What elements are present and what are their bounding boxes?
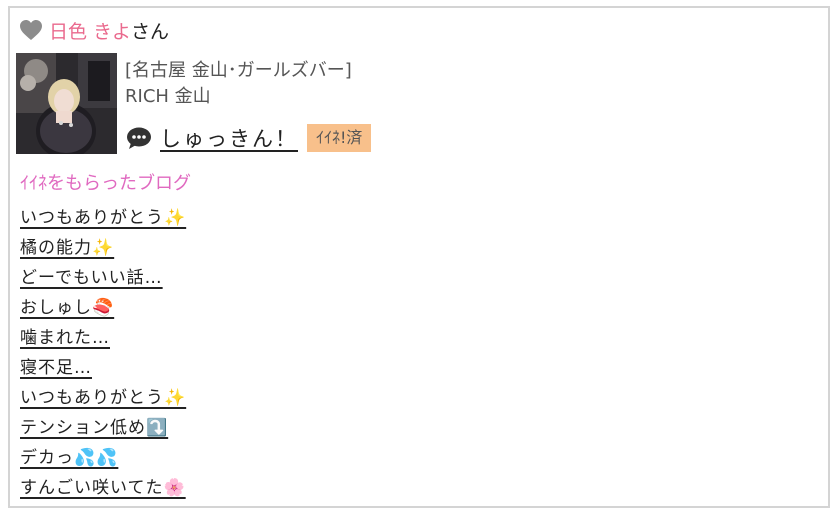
- post-title-link[interactable]: しゅっきん！: [160, 123, 298, 153]
- honorific-label: さん: [131, 20, 170, 43]
- blog-link[interactable]: いつもありがとう✨: [20, 388, 186, 408]
- notification-header: 日色 きよ さん: [19, 16, 169, 44]
- shop-area-label: [名古屋 金山･ガールズバー]: [125, 60, 352, 81]
- blog-link[interactable]: いつもありがとう✨: [20, 208, 186, 228]
- blog-link[interactable]: 寝不足…: [20, 358, 92, 378]
- liked-blog-list: いつもありがとう✨ 橘の能力✨ どーでもいい話… おしゅし🍣 噛まれた… 寝不足…: [20, 203, 186, 503]
- list-item: いつもありがとう✨: [20, 203, 186, 233]
- list-item: 寝不足…: [20, 353, 186, 383]
- user-name-link[interactable]: 日色 きよ: [49, 17, 131, 44]
- list-item: おしゅし🍣: [20, 293, 186, 323]
- shop-name-link[interactable]: RICH 金山: [125, 84, 211, 110]
- list-item: いつもありがとう✨: [20, 383, 186, 413]
- cast-avatar[interactable]: [16, 53, 117, 154]
- blog-link[interactable]: デカっ💦💦: [20, 448, 118, 468]
- blog-link[interactable]: すんごい咲いてた🌸: [20, 478, 186, 498]
- like-notification-card: 日色 きよ さん [名古屋 金山･ガールズバー] RICH 金山 しゅっきん！ …: [8, 6, 830, 508]
- blog-link[interactable]: おしゅし🍣: [20, 298, 114, 318]
- list-item: デカっ💦💦: [20, 443, 186, 473]
- iine-done-badge: ｲｲﾈ!済: [307, 124, 372, 152]
- list-item: どーでもいい話…: [20, 263, 186, 293]
- blog-link[interactable]: どーでもいい話…: [20, 268, 163, 288]
- list-item: テンション低め⤵️: [20, 413, 186, 443]
- liked-blogs-heading: ｲｲﾈをもらったブログ: [20, 173, 191, 194]
- blog-link[interactable]: テンション低め⤵️: [20, 418, 168, 438]
- list-item: 噛まれた…: [20, 323, 186, 353]
- list-item: 橘の能力✨: [20, 233, 186, 263]
- blog-link[interactable]: 橘の能力✨: [20, 238, 114, 258]
- list-item: すんごい咲いてた🌸: [20, 473, 186, 503]
- blog-link[interactable]: 噛まれた…: [20, 328, 110, 348]
- speech-bubble-icon: [126, 126, 152, 150]
- heart-icon: [19, 19, 43, 41]
- liked-post-row: しゅっきん！ ｲｲﾈ!済: [126, 122, 372, 154]
